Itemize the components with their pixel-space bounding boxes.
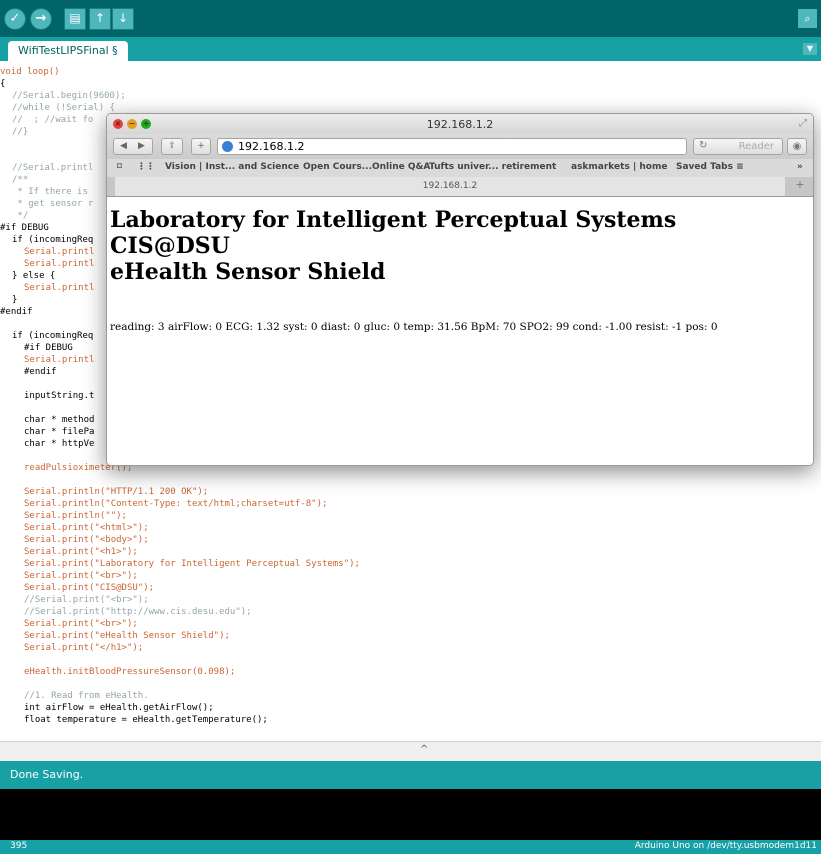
- open-icon[interactable]: ↑: [89, 8, 111, 30]
- code-line: Serial.println("");: [24, 511, 127, 521]
- code-line: Serial.print("<br>");: [24, 619, 138, 629]
- status-message: Done Saving.: [10, 768, 84, 781]
- share-icon[interactable]: ⇪: [161, 138, 183, 155]
- ide-tabbar: WifiTestLIPSFinal § ▼: [0, 37, 821, 61]
- sensor-reading-text: reading: 3 airFlow: 0 ECG: 1.32 syst: 0 …: [110, 321, 718, 333]
- code-line: char * httpVe: [24, 439, 95, 449]
- upload-icon[interactable]: →: [30, 8, 52, 30]
- code-line: char * method: [24, 415, 95, 425]
- code-line: Serial.print("<body>");: [24, 535, 149, 545]
- forward-icon[interactable]: ▶: [138, 139, 145, 154]
- ide-footer: 395 Arduino Uno on /dev/tty.usbmodem1d11: [0, 840, 821, 854]
- code-line: //Serial.print("<br>");: [24, 595, 149, 605]
- globe-icon: [222, 141, 233, 152]
- code-line: if (incomingReq: [12, 331, 94, 341]
- browser-titlebar: × − + 192.168.1.2 ⤢: [107, 114, 813, 134]
- window-title: 192.168.1.2: [426, 118, 494, 131]
- code-line: Serial.print("eHealth Sensor Shield");: [24, 631, 230, 641]
- code-line: //while (!Serial) {: [12, 103, 115, 113]
- code-line: #if DEBUG: [24, 343, 73, 353]
- code-line: //}: [12, 127, 29, 137]
- url-text: 192.168.1.2: [238, 140, 305, 153]
- code-line: }: [12, 295, 18, 305]
- code-line: //Serial.printl: [12, 163, 94, 173]
- status-bar: Done Saving.: [0, 761, 821, 789]
- add-bookmark-icon[interactable]: +: [191, 138, 211, 155]
- verify-icon[interactable]: ✓: [4, 8, 26, 30]
- browser-window: × − + 192.168.1.2 ⤢ ◀ ▶ ⇪ + 192.168.1.2 …: [106, 113, 814, 466]
- code-line: /**: [12, 175, 29, 185]
- code-line: */: [12, 211, 29, 221]
- code-line: {: [0, 79, 6, 89]
- code-line: float temperature = eHealth.getTemperatu…: [24, 715, 268, 725]
- new-icon[interactable]: ▤: [64, 8, 86, 30]
- code-line: * If there is: [12, 187, 88, 197]
- more-bookmarks-icon[interactable]: »: [797, 162, 803, 172]
- reading-list-icon[interactable]: ⌑: [117, 162, 122, 172]
- code-line: Serial.printl: [24, 283, 95, 293]
- tab-menu-icon[interactable]: ▼: [803, 43, 817, 55]
- address-bar[interactable]: 192.168.1.2: [217, 138, 687, 155]
- code-line: Serial.print("<h1>");: [24, 547, 138, 557]
- page-heading-shield: eHealth Sensor Shield: [110, 259, 386, 285]
- code-line: //Serial.begin(9600);: [12, 91, 126, 101]
- new-tab-icon[interactable]: +: [791, 178, 809, 194]
- chevron-up-icon: ^: [420, 744, 429, 755]
- code-line: Serial.println("HTTP/1.1 200 OK");: [24, 487, 209, 497]
- code-line: Serial.print("<br>");: [24, 571, 138, 581]
- page-heading-lab: Laboratory for Intelligent Perceptual Sy…: [110, 207, 677, 233]
- reader-button[interactable]: Reader: [739, 141, 774, 152]
- code-line: eHealth.initBloodPressureSensor(0.098);: [24, 667, 236, 677]
- code-line: Serial.println("Content-Type: text/html;…: [24, 499, 328, 509]
- code-line: Serial.print("Laboratory for Intelligent…: [24, 559, 360, 569]
- bookmark-item[interactable]: Tufts univer... retirement: [429, 162, 556, 172]
- editor-divider[interactable]: ^: [0, 741, 821, 762]
- code-line: //Serial.print("http://www.cis.desu.edu"…: [24, 607, 252, 617]
- code-line: #if DEBUG: [0, 223, 49, 233]
- web-page: Laboratory for Intelligent Perceptual Sy…: [107, 197, 813, 465]
- top-sites-icon[interactable]: ⋮⋮: [137, 162, 155, 172]
- code-line: } else {: [12, 271, 56, 281]
- code-line: #endif: [0, 307, 33, 317]
- extension-icon[interactable]: ◉: [787, 138, 807, 155]
- bookmark-item[interactable]: Vision | Inst... and Science: [165, 162, 299, 172]
- page-heading-cis: CIS@DSU: [110, 233, 230, 259]
- back-icon[interactable]: ◀: [120, 139, 127, 154]
- code-line: if (incomingReq: [12, 235, 94, 245]
- bookmark-item[interactable]: Open Cours...Online Q&A: [303, 162, 430, 172]
- code-line: Serial.print("</h1>");: [24, 643, 144, 653]
- browser-tabstrip: 192.168.1.2 +: [107, 177, 813, 197]
- reader-group: ↻ Reader: [693, 138, 783, 155]
- line-number: 395: [10, 841, 28, 851]
- code-line: Serial.print("<html>");: [24, 523, 149, 533]
- ide-toolbar: ✓ → ▤ ↑ ↓ ⌕: [0, 0, 821, 37]
- code-line: * get sensor r: [12, 199, 94, 209]
- serial-monitor-icon[interactable]: ⌕: [798, 9, 817, 28]
- code-line: //1. Read from eHealth.: [24, 691, 149, 701]
- board-info: Arduino Uno on /dev/tty.usbmodem1d11: [634, 841, 817, 851]
- code-line: // ; //wait fo: [12, 115, 94, 125]
- code-line: int airFlow = eHealth.getAirFlow();: [24, 703, 214, 713]
- browser-toolbar: ◀ ▶ ⇪ + 192.168.1.2 ↻ Reader ◉: [107, 134, 813, 159]
- sketch-tab[interactable]: WifiTestLIPSFinal §: [8, 41, 128, 61]
- console-output: [0, 789, 821, 840]
- save-icon[interactable]: ↓: [112, 8, 134, 30]
- code-line: #endif: [24, 367, 57, 377]
- fullscreen-icon[interactable]: ⤢: [799, 118, 807, 129]
- reload-icon[interactable]: ↻: [699, 140, 707, 151]
- bookmark-item[interactable]: askmarkets | home: [571, 162, 667, 172]
- code-line: Serial.printl: [24, 247, 95, 257]
- code-line: void loop(): [0, 67, 60, 77]
- browser-tab[interactable]: 192.168.1.2: [115, 177, 785, 196]
- code-line: inputString.t: [24, 391, 95, 401]
- code-line: Serial.print("CIS@DSU");: [24, 583, 155, 593]
- back-forward-buttons[interactable]: ◀ ▶: [113, 138, 153, 155]
- code-line: Serial.printl: [24, 259, 95, 269]
- code-line: char * filePa: [24, 427, 95, 437]
- bookmarks-bar: ⌑ ⋮⋮ Vision | Inst... and Science Open C…: [107, 159, 813, 178]
- code-line: Serial.printl: [24, 355, 95, 365]
- bookmark-item[interactable]: Saved Tabs ≡: [676, 162, 744, 172]
